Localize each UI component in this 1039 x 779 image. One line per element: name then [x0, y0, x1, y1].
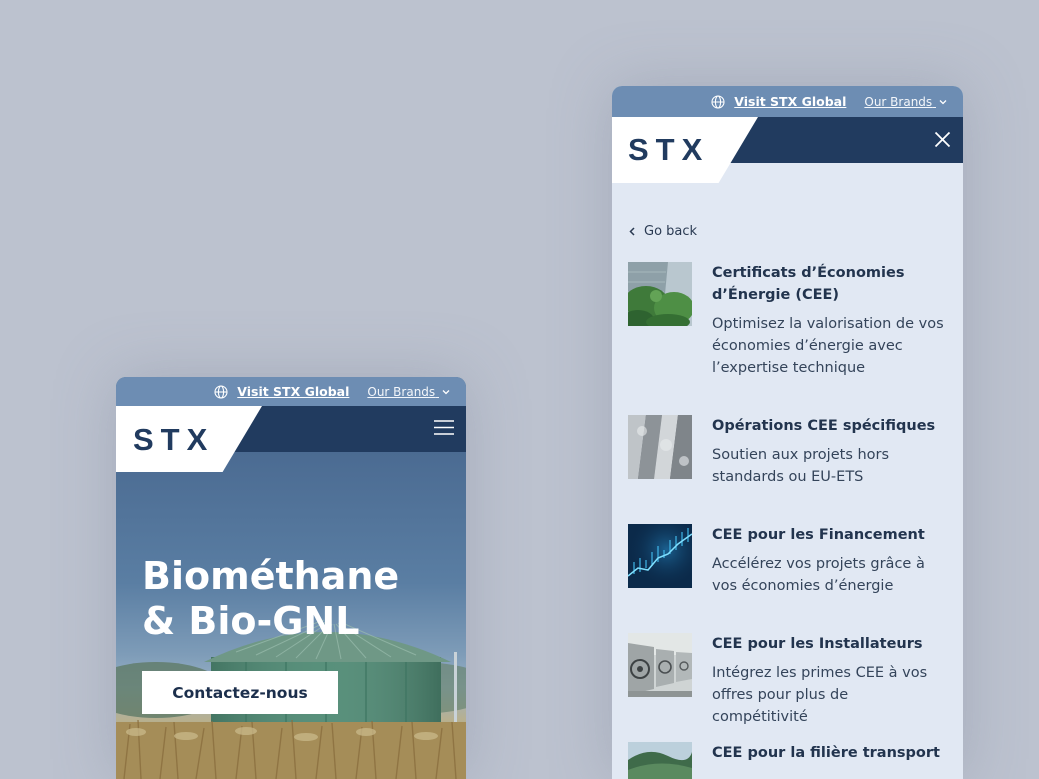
- menu-item-text: CEE pour les Installateurs Intégrez les …: [712, 633, 948, 728]
- menu-item-desc: Accélérez vos projets grâce à vos économ…: [712, 556, 925, 594]
- hero-title: Biométhane & Bio-GNL: [142, 554, 400, 643]
- menu-item-desc: Optimisez la valorisation de vos économi…: [712, 316, 944, 376]
- contact-button[interactable]: Contactez-nous: [142, 671, 338, 714]
- go-back-link[interactable]: Go back: [628, 224, 697, 239]
- stx-logo[interactable]: STX: [133, 422, 214, 458]
- our-brands-label: Our Brands: [367, 384, 436, 399]
- close-icon[interactable]: [934, 131, 951, 148]
- menu-item-text: Certificats d’Économies d’Énergie (CEE) …: [712, 262, 948, 379]
- menu-item-title: Opérations CEE spécifiques: [712, 418, 936, 434]
- menu-item-desc: Intégrez les primes CEE à vos offres pou…: [712, 665, 928, 725]
- chevron-down-icon: [939, 99, 947, 104]
- stx-logo[interactable]: STX: [628, 132, 709, 168]
- mobile-menu-screen: Visit STX Global Our Brands STX Go back: [612, 86, 963, 779]
- menu-item-text: CEE pour les Financement Accélérez vos p…: [712, 524, 948, 597]
- our-brands-label: Our Brands: [864, 94, 933, 109]
- menu-item-text: Opérations CEE spécifiques Soutien aux p…: [712, 415, 948, 488]
- mobile-home-screen: Visit STX Global Our Brands STX Biométha…: [116, 377, 466, 779]
- our-brands-dropdown[interactable]: Our Brands: [367, 385, 450, 399]
- globe-icon: [711, 94, 725, 109]
- visit-global-link[interactable]: Visit STX Global: [237, 384, 349, 399]
- site-header: STX: [116, 406, 466, 472]
- utility-bar: Visit STX Global Our Brands: [116, 377, 466, 406]
- menu-item-title: CEE pour les Financement: [712, 527, 925, 543]
- menu-item-title: CEE pour les Installateurs: [712, 636, 923, 652]
- menu-item-title: Certificats d’Économies d’Énergie (CEE): [712, 265, 905, 303]
- site-header: STX: [612, 117, 963, 183]
- menu-item-text: CEE pour la filière transport: [712, 742, 948, 771]
- green-building-thumbnail: [628, 262, 692, 326]
- hero-section: Biométhane & Bio-GNL Contactez-nous: [116, 452, 466, 779]
- go-back-label: Go back: [644, 224, 698, 239]
- globe-icon: [214, 384, 228, 399]
- chevron-down-icon: [442, 389, 450, 394]
- menu-item-title: CEE pour la filière transport: [712, 745, 940, 761]
- hamburger-icon[interactable]: [434, 419, 454, 436]
- heat-pumps-thumbnail: [628, 633, 692, 697]
- finance-chart-thumbnail: [628, 524, 692, 588]
- utility-bar: Visit STX Global Our Brands: [612, 86, 963, 117]
- visit-global-link[interactable]: Visit STX Global: [734, 94, 846, 109]
- our-brands-dropdown[interactable]: Our Brands: [864, 95, 947, 109]
- transport-landscape-thumbnail: [628, 742, 692, 779]
- chevron-left-icon: [629, 227, 635, 236]
- metal-panels-thumbnail: [628, 415, 692, 479]
- menu-item-desc: Soutien aux projets hors standards ou EU…: [712, 447, 890, 485]
